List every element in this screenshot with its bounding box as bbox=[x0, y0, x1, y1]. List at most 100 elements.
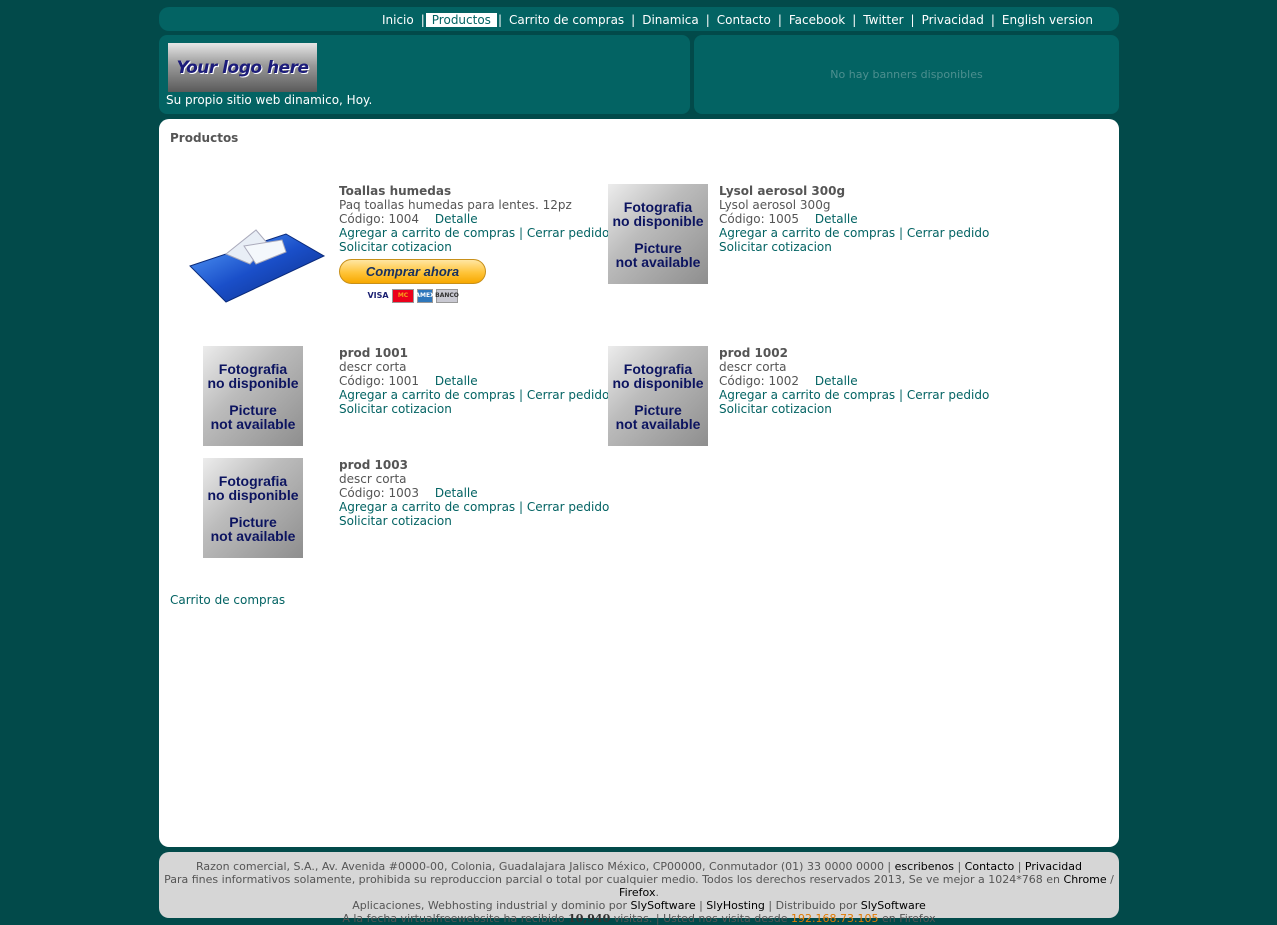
request-quote-link[interactable]: Solicitar cotizacion bbox=[719, 402, 989, 416]
code-label: Código: bbox=[719, 212, 765, 226]
add-to-cart-link[interactable]: Agregar a carrito de compras bbox=[339, 388, 515, 402]
close-order-link[interactable]: Cerrar pedido bbox=[527, 226, 609, 240]
amex-icon: AMEX bbox=[415, 289, 435, 303]
footer-chrome-link[interactable]: Chrome bbox=[1064, 873, 1107, 886]
footer-address-text: Razon comercial, S.A., Av. Avenida #0000… bbox=[196, 860, 892, 873]
product-description: Lysol aerosol 300g bbox=[719, 198, 831, 212]
no-photo-line: no disponible bbox=[207, 486, 299, 503]
no-photo-line: Fotografia bbox=[623, 198, 693, 215]
detail-link[interactable]: Detalle bbox=[435, 374, 478, 388]
top-nav-links: Inicio | Productos | Carrito de compras … bbox=[376, 12, 1099, 27]
pipe-separator: | bbox=[899, 388, 904, 402]
no-photo-line: no disponible bbox=[207, 374, 299, 391]
close-order-link[interactable]: Cerrar pedido bbox=[907, 388, 989, 402]
footer-slysoftware-link[interactable]: SlySoftware bbox=[631, 899, 696, 912]
product-code-row: Código: 1001 Detalle bbox=[339, 374, 609, 388]
code-label: Código: bbox=[339, 212, 385, 226]
footer-visits-mid: visitas. | Usted nos visita desde bbox=[613, 912, 788, 925]
product-description: descr corta bbox=[339, 360, 407, 374]
close-order-link[interactable]: Cerrar pedido bbox=[527, 388, 609, 402]
header-logo-panel: Your logo here Su propio sitio web dinam… bbox=[159, 35, 690, 114]
cart-actions-row: Agregar a carrito de compras | Cerrar pe… bbox=[339, 500, 609, 514]
product-info: prod 1001 descr corta Código: 1001 Detal… bbox=[339, 346, 609, 416]
close-order-link[interactable]: Cerrar pedido bbox=[907, 226, 989, 240]
pipe-separator: | bbox=[519, 388, 524, 402]
visitor-ip: 192.168.73.105 bbox=[791, 912, 879, 925]
product-name: Lysol aerosol 300g bbox=[719, 184, 846, 198]
cart-actions-row: Agregar a carrito de compras | Cerrar pe… bbox=[719, 388, 989, 402]
footer-slyhosting-link[interactable]: SlyHosting bbox=[706, 899, 765, 912]
add-to-cart-link[interactable]: Agregar a carrito de compras bbox=[339, 500, 515, 514]
footer: Razon comercial, S.A., Av. Avenida #0000… bbox=[159, 852, 1119, 925]
product-image-not-available[interactable]: Fotografia no disponible Picture not ava… bbox=[608, 346, 708, 446]
footer-contacto-link[interactable]: Contacto bbox=[965, 860, 1015, 873]
no-photo-line: Fotografia bbox=[218, 360, 288, 377]
nav-english[interactable]: English version bbox=[996, 13, 1099, 27]
footer-privacidad-link[interactable]: Privacidad bbox=[1025, 860, 1082, 873]
request-quote-link[interactable]: Solicitar cotizacion bbox=[339, 240, 609, 254]
nav-dinamica[interactable]: Dinamica bbox=[636, 13, 705, 27]
site-logo[interactable]: Your logo here bbox=[168, 43, 317, 92]
product-name: Toallas humedas bbox=[339, 184, 452, 198]
pipe-separator: | bbox=[899, 226, 904, 240]
nav-facebook[interactable]: Facebook bbox=[783, 13, 851, 27]
nav-carrito[interactable]: Carrito de compras bbox=[503, 13, 630, 27]
add-to-cart-link[interactable]: Agregar a carrito de compras bbox=[719, 226, 895, 240]
paypal-buy-now-button[interactable]: Comprar ahora bbox=[339, 259, 486, 284]
footer-escribenos-link[interactable]: escribenos bbox=[895, 860, 954, 873]
footer-legal-text: Para fines informativos solamente, prohi… bbox=[164, 873, 1061, 886]
nav-productos[interactable]: Productos bbox=[425, 12, 497, 27]
detail-link[interactable]: Detalle bbox=[815, 212, 858, 226]
towel-package-image bbox=[189, 229, 326, 303]
no-photo-line: Fotografia bbox=[218, 472, 288, 489]
mastercard-icon: MC bbox=[392, 289, 414, 303]
no-photo-line: Picture bbox=[634, 239, 682, 256]
add-to-cart-link[interactable]: Agregar a carrito de compras bbox=[719, 388, 895, 402]
nav-twitter[interactable]: Twitter bbox=[857, 13, 909, 27]
product-info: prod 1003 descr corta Código: 1003 Detal… bbox=[339, 458, 609, 528]
no-photo-line: Picture bbox=[229, 513, 277, 530]
code-label: Código: bbox=[339, 374, 385, 388]
product-info: Toallas humedas Paq toallas humedas para… bbox=[339, 184, 609, 304]
request-quote-link[interactable]: Solicitar cotizacion bbox=[719, 240, 989, 254]
main-content: Productos Toallas humedas Paq toallas hu… bbox=[159, 119, 1119, 847]
no-photo-line: not available bbox=[615, 415, 701, 432]
nav-inicio[interactable]: Inicio bbox=[376, 13, 420, 27]
product-image-not-available[interactable]: Fotografia no disponible Picture not ava… bbox=[203, 346, 303, 446]
product-code: 1002 bbox=[768, 374, 800, 388]
code-label: Código: bbox=[339, 486, 385, 500]
footer-credits-text: Aplicaciones, Webhosting industrial y do… bbox=[352, 899, 628, 912]
no-photo-line: no disponible bbox=[612, 212, 704, 229]
close-order-link[interactable]: Cerrar pedido bbox=[527, 500, 609, 514]
product-description: Paq toallas humedas para lentes. 12pz bbox=[339, 198, 572, 212]
product-name: prod 1002 bbox=[719, 346, 788, 360]
visa-icon: VISA bbox=[367, 289, 389, 303]
product-info: prod 1002 descr corta Código: 1002 Detal… bbox=[719, 346, 989, 416]
product-image[interactable] bbox=[186, 202, 326, 315]
footer-slysoftware-link[interactable]: SlySoftware bbox=[861, 899, 926, 912]
product-code-row: Código: 1003 Detalle bbox=[339, 486, 609, 500]
code-label: Código: bbox=[719, 374, 765, 388]
no-photo-line: no disponible bbox=[612, 374, 704, 391]
cart-actions-row: Agregar a carrito de compras | Cerrar pe… bbox=[339, 226, 609, 240]
banner-panel: No hay banners disponibles bbox=[694, 35, 1119, 114]
detail-link[interactable]: Detalle bbox=[815, 374, 858, 388]
product-description: descr corta bbox=[339, 472, 407, 486]
nav-contacto[interactable]: Contacto bbox=[711, 13, 777, 27]
no-photo-line: Picture bbox=[229, 401, 277, 418]
product-name: prod 1001 bbox=[339, 346, 408, 360]
product-image-not-available[interactable]: Fotografia no disponible Picture not ava… bbox=[608, 184, 708, 284]
request-quote-link[interactable]: Solicitar cotizacion bbox=[339, 514, 609, 528]
payment-cards: VISA MC AMEX BANCO bbox=[367, 288, 609, 304]
footer-visits-suffix: en Firefox bbox=[881, 912, 936, 925]
detail-link[interactable]: Detalle bbox=[435, 486, 478, 500]
nav-privacidad[interactable]: Privacidad bbox=[916, 13, 990, 27]
product-code: 1001 bbox=[388, 374, 420, 388]
product-image-not-available[interactable]: Fotografia no disponible Picture not ava… bbox=[203, 458, 303, 558]
add-to-cart-link[interactable]: Agregar a carrito de compras bbox=[339, 226, 515, 240]
footer-firefox-link[interactable]: Firefox bbox=[619, 886, 655, 899]
pipe-separator: | bbox=[519, 500, 524, 514]
shopping-cart-link[interactable]: Carrito de compras bbox=[170, 593, 285, 607]
detail-link[interactable]: Detalle bbox=[435, 212, 478, 226]
request-quote-link[interactable]: Solicitar cotizacion bbox=[339, 402, 609, 416]
